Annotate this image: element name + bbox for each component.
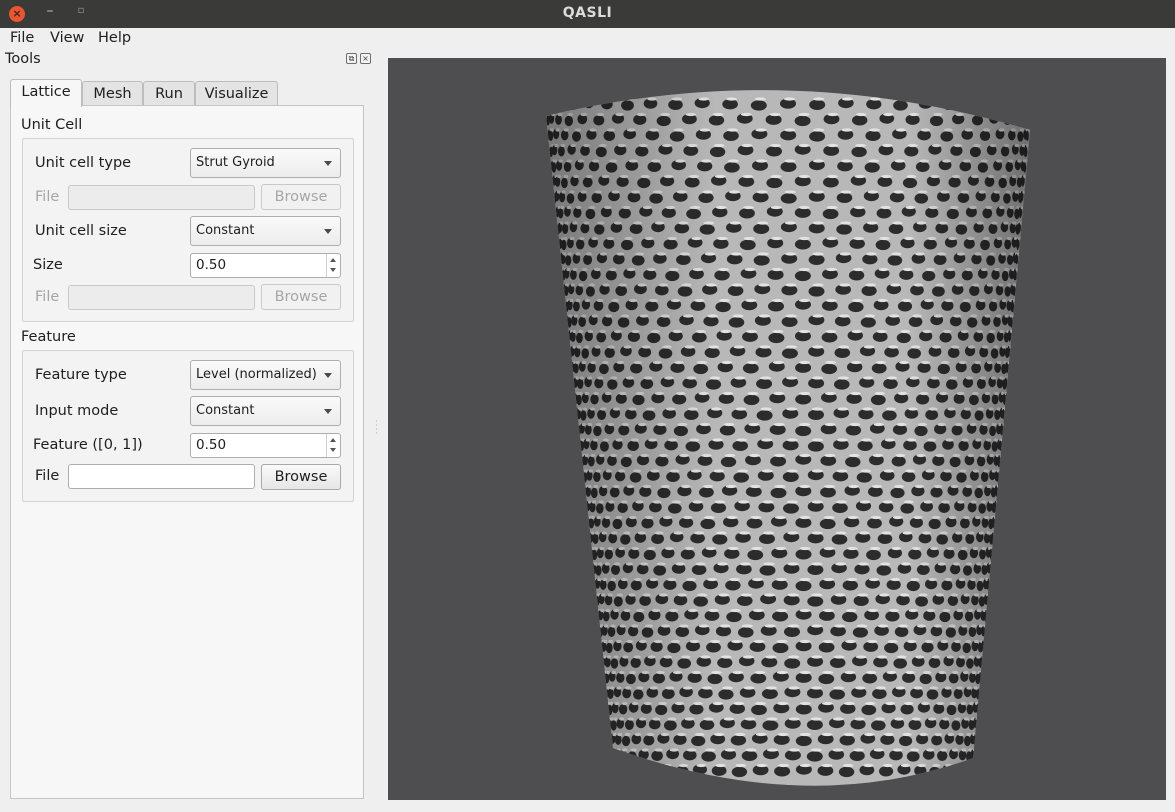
3d-viewport[interactable] (388, 58, 1166, 800)
status-bar (0, 802, 1175, 812)
size-value: 0.50 (196, 257, 227, 273)
unit-cell-type-value: Strut Gyroid (196, 155, 275, 170)
feature-file-label: File (35, 468, 60, 484)
tab-run[interactable]: Run (143, 81, 195, 107)
unit-cell-size-mode-label: Unit cell size (35, 223, 127, 239)
menu-file[interactable]: File (10, 30, 34, 46)
feature-type-value: Level (normalized) (196, 367, 317, 382)
feature-spinbox[interactable]: 0.50 (190, 433, 341, 458)
dock-float-button[interactable]: ⧉ (346, 53, 357, 64)
menu-bar: File View Help (0, 28, 1175, 50)
feature-stepper[interactable] (326, 434, 340, 457)
size-file-field[interactable] (68, 285, 255, 310)
input-mode-combo[interactable]: Constant (190, 396, 341, 426)
size-file-label: File (35, 289, 60, 305)
step-down-icon[interactable] (330, 268, 336, 272)
tab-lattice[interactable]: Lattice (10, 79, 82, 107)
unit-cell-browse-button[interactable]: Browse (261, 184, 341, 210)
input-mode-value: Constant (196, 403, 255, 418)
feature-value-label: Feature ([0, 1]) (33, 437, 143, 453)
feature-type-combo[interactable]: Level (normalized) (190, 360, 341, 390)
size-stepper[interactable] (326, 254, 340, 277)
unit-cell-size-mode-value: Constant (196, 223, 255, 238)
feature-value: 0.50 (196, 437, 227, 453)
chevron-down-icon (324, 161, 332, 166)
unit-cell-file-label: File (35, 189, 60, 205)
tab-mesh[interactable]: Mesh (82, 81, 143, 107)
feature-file-field[interactable] (68, 464, 255, 489)
size-spinbox[interactable]: 0.50 (190, 253, 341, 278)
step-up-icon[interactable] (330, 258, 336, 262)
title-bar: × – ▫ QASLI (0, 0, 1175, 28)
size-browse-button[interactable]: Browse (261, 284, 341, 310)
unit-cell-size-mode-combo[interactable]: Constant (190, 216, 341, 246)
menu-view[interactable]: View (50, 30, 84, 46)
chevron-down-icon (324, 373, 332, 378)
unit-cell-group-label: Unit Cell (21, 117, 83, 133)
feature-type-label: Feature type (35, 367, 127, 383)
step-down-icon[interactable] (330, 448, 336, 452)
unit-cell-type-label: Unit cell type (35, 155, 132, 171)
unit-cell-type-combo[interactable]: Strut Gyroid (190, 148, 341, 178)
unit-cell-file-field[interactable] (68, 185, 255, 210)
size-label: Size (33, 257, 63, 273)
chevron-down-icon (324, 229, 332, 234)
menu-help[interactable]: Help (98, 30, 131, 46)
lattice-panel: Unit Cell Unit cell type Strut Gyroid Fi… (10, 105, 364, 799)
feature-group-label: Feature (21, 329, 76, 345)
tab-visualize[interactable]: Visualize (195, 81, 278, 107)
input-mode-label: Input mode (35, 403, 119, 419)
window-title: QASLI (562, 5, 613, 21)
step-up-icon[interactable] (330, 438, 336, 442)
dock-splitter-handle[interactable]: · · · · (375, 418, 378, 440)
chevron-down-icon (324, 409, 332, 414)
dock-close-button[interactable]: × (360, 53, 371, 64)
dock-title: Tools (5, 51, 41, 67)
feature-browse-button[interactable]: Browse (261, 464, 341, 490)
lattice-model (546, 90, 1030, 786)
